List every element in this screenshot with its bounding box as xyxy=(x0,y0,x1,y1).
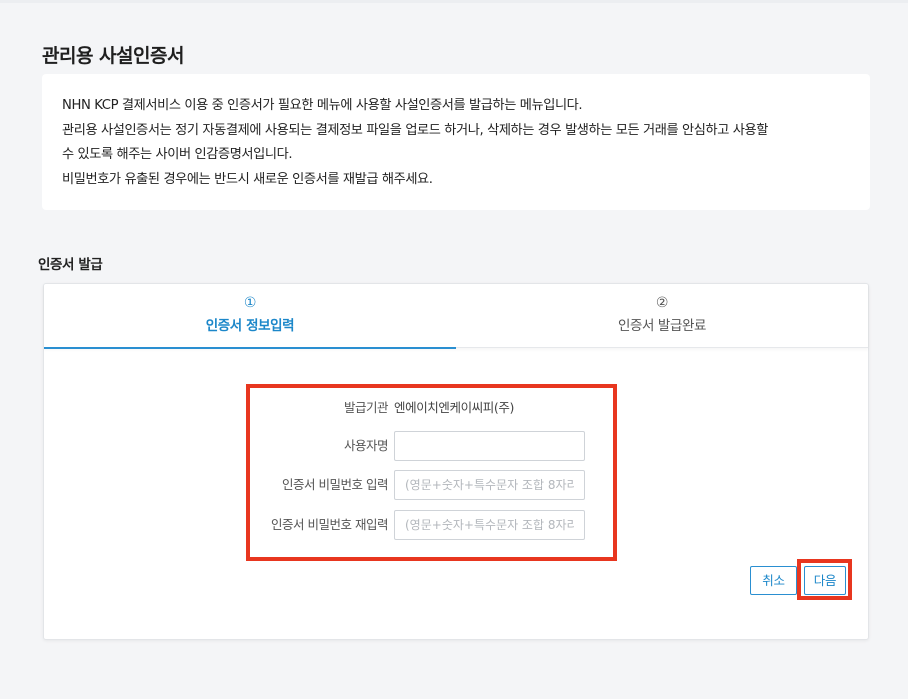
tab-step-info-input[interactable]: ① 인증서 정보입력 xyxy=(44,284,456,349)
issuer-label: 발급기관 xyxy=(343,400,389,415)
top-strip xyxy=(0,0,908,3)
password-confirm-label: 인증서 비밀번호 재입력 xyxy=(271,517,388,532)
password-confirm-row: 인증서 비밀번호 재입력 xyxy=(250,510,613,540)
step-label-1: 인증서 정보입력 xyxy=(205,318,295,334)
password-label: 인증서 비밀번호 입력 xyxy=(282,477,388,492)
info-box: NHN KCP 결제서비스 이용 중 인증서가 필요한 메뉴에 사용할 사설인증… xyxy=(42,74,870,210)
info-line-1: NHN KCP 결제서비스 이용 중 인증서가 필요한 메뉴에 사용할 사설인증… xyxy=(62,98,583,113)
user-name-input[interactable] xyxy=(394,431,585,461)
certificate-form: 발급기관 엔에이치엔케이씨피(주) 사용자명 인증서 비밀번호 입력 인증서 비… xyxy=(246,384,617,561)
password-input[interactable] xyxy=(394,470,585,500)
step-number-2: ② xyxy=(655,295,669,311)
password-confirm-input[interactable] xyxy=(394,510,585,540)
info-line-3: 수 있도록 해주는 사이버 인감증명서입니다. xyxy=(62,147,293,162)
issuer-value: 엔에이치엔케이씨피(주) xyxy=(394,400,514,415)
step-label-2: 인증서 발급완료 xyxy=(617,318,707,334)
info-line-2: 관리용 사설인증서는 정기 자동결제에 사용되는 결제정보 파일을 업로드 하거… xyxy=(62,122,768,138)
info-line-4: 비밀번호가 유출된 경우에는 반드시 새로운 인증서를 재발급 해주세요. xyxy=(62,171,433,187)
user-name-row: 사용자명 xyxy=(250,431,613,461)
tab-step-issue-complete[interactable]: ② 인증서 발급완료 xyxy=(456,284,868,348)
user-name-label: 사용자명 xyxy=(343,438,389,453)
section-title: 인증서 발급 xyxy=(38,257,103,273)
certificate-issue-card: ① 인증서 정보입력 ② 인증서 발급완료 발급기관 엔에이치엔케이씨피(주) … xyxy=(43,283,869,640)
step-tabs: ① 인증서 정보입력 ② 인증서 발급완료 xyxy=(44,284,868,349)
page-title: 관리용 사설인증서 xyxy=(42,45,184,67)
password-row: 인증서 비밀번호 입력 xyxy=(250,470,613,500)
issuer-row: 발급기관 엔에이치엔케이씨피(주) xyxy=(250,393,613,423)
cancel-button[interactable]: 취소 xyxy=(750,566,797,595)
step-number-1: ① xyxy=(243,295,257,311)
next-button[interactable]: 다음 xyxy=(804,566,846,595)
